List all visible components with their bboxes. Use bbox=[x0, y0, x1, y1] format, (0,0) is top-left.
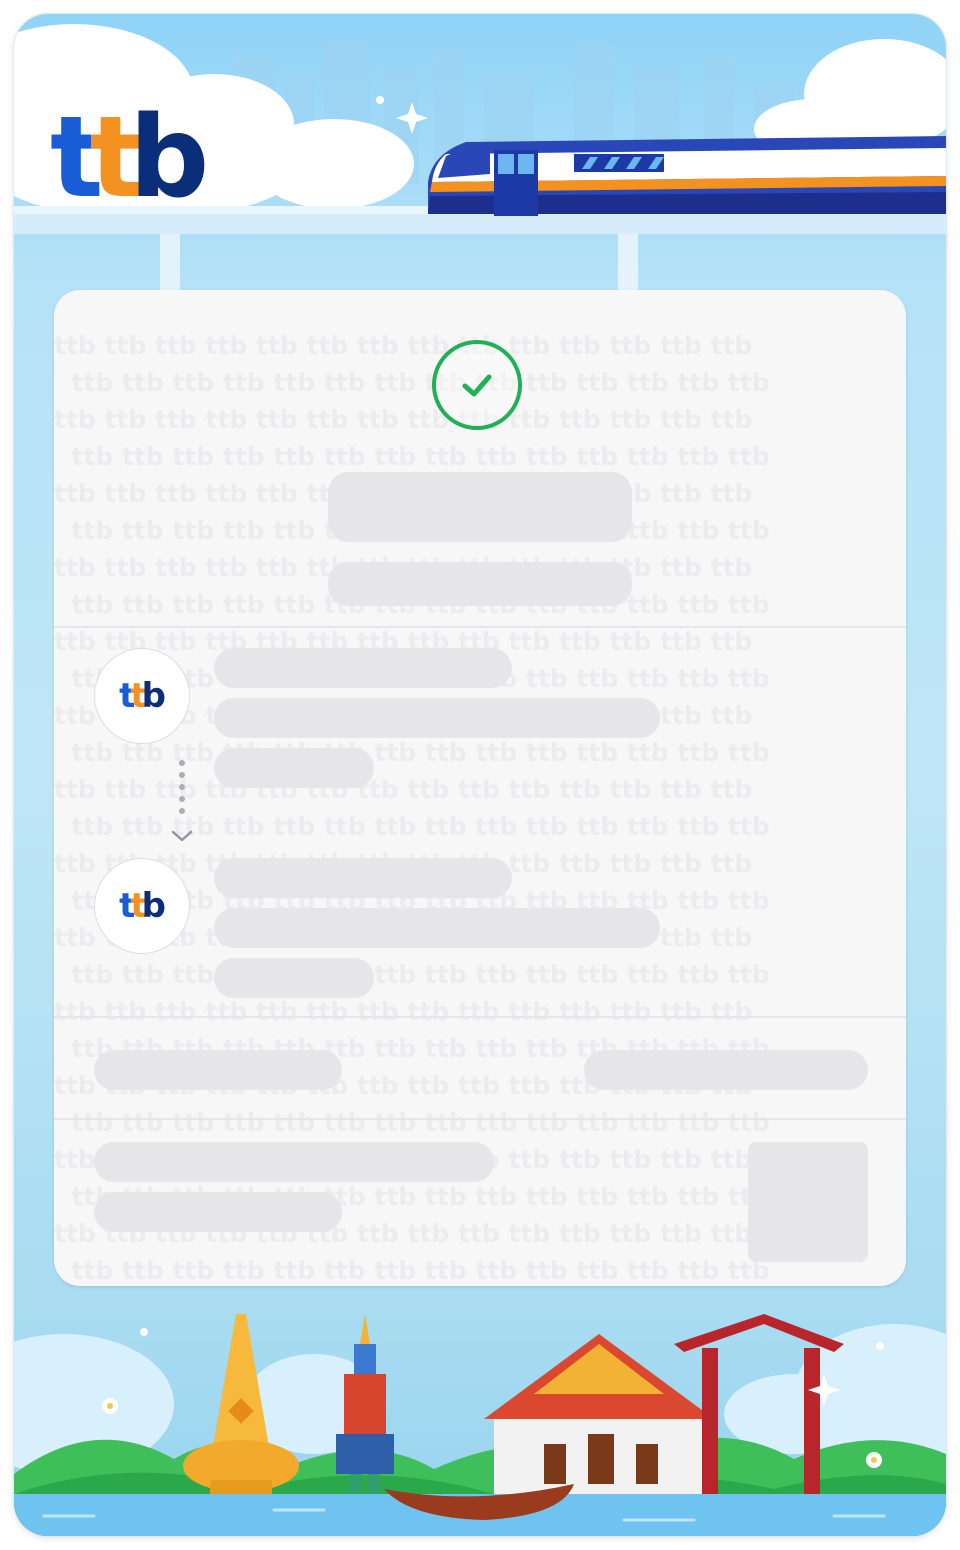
receiver-account-placeholder bbox=[214, 958, 374, 998]
amount-label-placeholder bbox=[94, 1050, 342, 1090]
skytrain bbox=[428, 136, 946, 216]
status-title-placeholder bbox=[328, 472, 632, 542]
success-check-icon bbox=[432, 340, 522, 430]
bank-logo-icon: ttb bbox=[119, 886, 166, 926]
reference-label-placeholder bbox=[94, 1142, 494, 1182]
slip-frame: ttb ttb ttb ttb ttb ttb ttb ttb ttb ttb … bbox=[14, 14, 946, 1536]
thai-landmarks-scene bbox=[14, 1314, 946, 1536]
sender-name-placeholder bbox=[214, 648, 512, 688]
transfer-slip-card: ttb ttb ttb ttb ttb ttb ttb ttb ttb ttb … bbox=[54, 290, 906, 1286]
ttb-logo: ttb bbox=[50, 93, 209, 223]
transfer-connector bbox=[179, 760, 185, 822]
amount-value-placeholder bbox=[584, 1050, 868, 1090]
datetime-placeholder bbox=[328, 562, 632, 606]
sender-avatar: ttb bbox=[94, 648, 190, 744]
sender-bank-placeholder bbox=[214, 698, 660, 738]
sender-account-placeholder bbox=[214, 748, 374, 788]
section-divider bbox=[54, 626, 906, 628]
bank-logo-icon: ttb bbox=[119, 676, 166, 716]
section-divider bbox=[54, 1118, 906, 1120]
chevron-down-icon bbox=[171, 830, 193, 842]
section-divider bbox=[54, 1016, 906, 1018]
top-illustration: ttb bbox=[14, 14, 946, 314]
receiver-name-placeholder bbox=[214, 858, 512, 898]
reference-value-placeholder bbox=[94, 1192, 342, 1232]
receiver-bank-placeholder bbox=[214, 908, 660, 948]
qr-code-placeholder bbox=[748, 1142, 868, 1262]
thai-temple bbox=[484, 1334, 714, 1494]
bottom-illustration bbox=[14, 1284, 946, 1536]
receiver-avatar: ttb bbox=[94, 858, 190, 954]
